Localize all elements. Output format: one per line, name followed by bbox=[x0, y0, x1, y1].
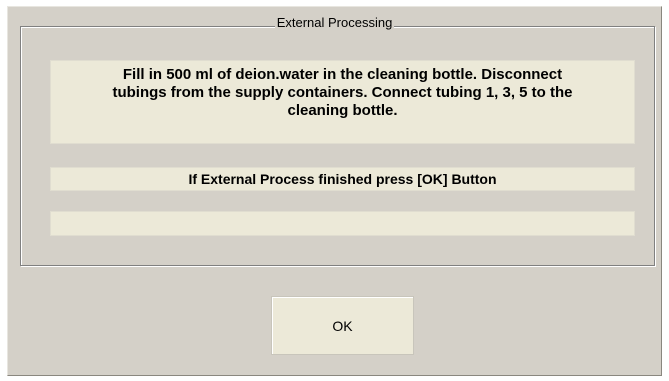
status-message: If External Process finished press [OK] … bbox=[50, 167, 635, 191]
progress-field bbox=[50, 211, 635, 236]
ok-button[interactable]: OK bbox=[271, 296, 414, 355]
instruction-message: Fill in 500 ml of deion.water in the cle… bbox=[50, 60, 635, 144]
